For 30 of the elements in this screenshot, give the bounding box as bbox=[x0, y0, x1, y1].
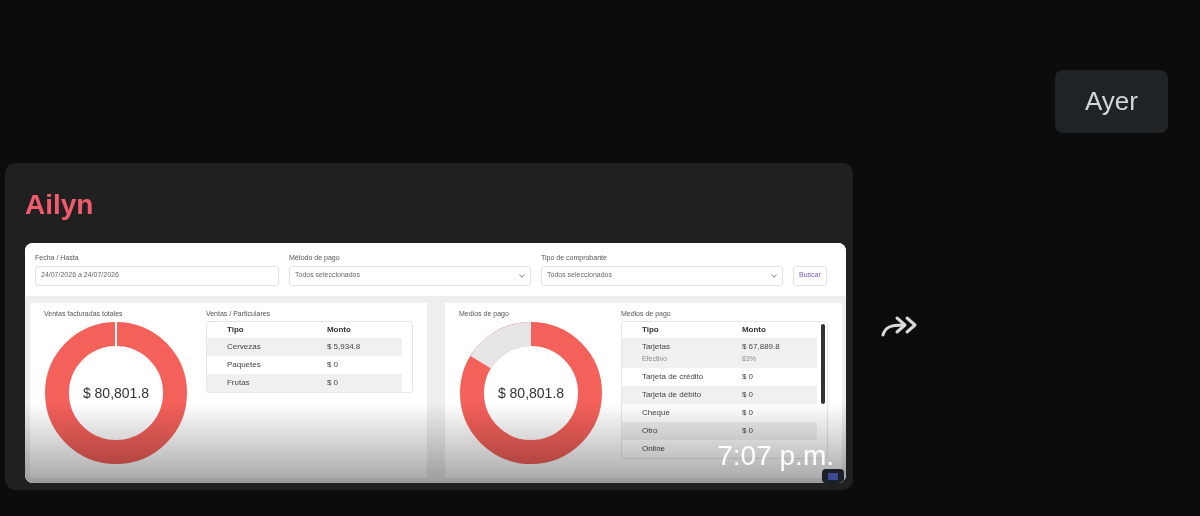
date-chip: Ayer bbox=[1055, 70, 1168, 133]
column-header: Tipo bbox=[641, 324, 660, 336]
table-cell: Online bbox=[641, 443, 666, 455]
table-cell: $ 67,889.8 bbox=[741, 341, 780, 354]
table-cell: Cervezas bbox=[226, 341, 261, 353]
image-attachment[interactable] bbox=[25, 243, 846, 483]
table-cell: $ 0 bbox=[326, 377, 339, 389]
sender-name: Ailyn bbox=[25, 188, 94, 222]
message-time: 7:07 p.m. bbox=[717, 441, 834, 471]
table-cell: Paquetes bbox=[226, 359, 261, 371]
table-cell: Tarjetas bbox=[641, 341, 670, 354]
table-cell: $ 0 bbox=[741, 371, 754, 383]
table-cell: $ 0 bbox=[741, 407, 754, 419]
table-cell: Otro bbox=[641, 425, 658, 437]
table-cell: $ 0 bbox=[326, 359, 339, 371]
table-cell: $ 0 bbox=[741, 425, 754, 437]
media-icon bbox=[822, 469, 844, 483]
table-cell: Tarjeta de crédito bbox=[641, 371, 704, 383]
column-header: Monto bbox=[741, 324, 766, 336]
table-cell: Cheque bbox=[641, 407, 670, 419]
donut-total: $ 80,801.8 bbox=[496, 384, 566, 403]
table-cell: $ 0 bbox=[741, 389, 754, 401]
column-header: Monto bbox=[326, 324, 351, 336]
caret-icon bbox=[771, 273, 777, 278]
table-cell: Frutas bbox=[226, 377, 250, 389]
column-header: Tipo bbox=[226, 324, 245, 336]
table-cell: $ 5,934.8 bbox=[326, 341, 361, 353]
donut-total: $ 80,801.8 bbox=[81, 384, 151, 403]
caret-icon bbox=[519, 273, 525, 278]
table-cell: Tarjeta de débito bbox=[641, 389, 702, 401]
